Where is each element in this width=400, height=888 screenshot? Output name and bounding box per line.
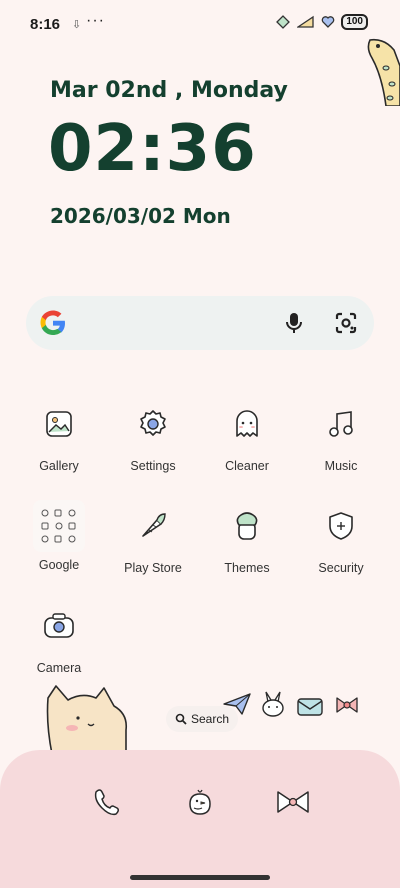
bunny-icon [262,691,284,717]
app-security[interactable]: Security [294,504,388,575]
notification-icon: ⇩ [72,19,82,31]
battery-indicator: 100 [341,14,368,30]
app-settings[interactable]: Settings [106,402,200,473]
widget-date-full[interactable]: 2026/03/02 Mon [50,204,231,228]
widget-clock[interactable]: 02:36 [48,112,257,186]
envelope-icon [297,698,323,716]
bow-tie-icon[interactable] [274,786,312,818]
google-logo-icon [40,310,65,335]
dog-decoration [46,685,128,754]
carrot-icon [131,504,175,548]
status-icons: 100 [275,14,368,30]
giraffe-decoration [367,38,400,106]
app-label: Security [318,561,364,575]
bow-icon [336,697,358,713]
app-label: Music [324,459,358,473]
app-label: Settings [130,459,176,473]
shield-icon [319,504,363,548]
app-themes[interactable]: Themes [200,504,294,575]
themes-icon [225,504,269,548]
app-cleaner[interactable]: Cleaner [200,402,294,473]
widget-date-line[interactable]: Mar 02nd , Monday [50,78,288,103]
chick-icon[interactable] [184,786,216,818]
music-note-icon [319,402,363,446]
signal-icon [297,15,314,28]
navigation-handle[interactable] [130,875,270,880]
microphone-icon[interactable] [282,311,306,335]
wifi-icon [276,15,291,29]
google-search-bar[interactable] [26,296,374,350]
app-google-folder[interactable]: Google [12,500,106,572]
app-label: Play Store [124,561,182,575]
app-label: Camera [36,661,82,675]
app-label: Gallery [39,459,79,473]
app-gallery[interactable]: Gallery [12,402,106,473]
app-label: Cleaner [225,459,269,473]
dock [0,750,400,888]
ghost-icon [225,402,269,446]
app-label: Google [38,558,80,572]
more-notifications-icon: ··· [86,12,105,29]
phone-icon[interactable] [90,786,122,818]
app-camera[interactable]: Camera [12,604,106,675]
app-music[interactable]: Music [294,402,388,473]
app-label: Themes [224,561,270,575]
gear-icon [131,402,175,446]
gallery-icon [37,402,81,446]
status-time: 8:16 [30,16,61,33]
google-folder-icon [33,500,85,552]
status-bar: 8:16 ⇩ ··· 100 [0,0,400,48]
app-play-store[interactable]: Play Store [106,504,200,575]
lens-camera-icon[interactable] [334,311,358,335]
paper-plane-icon [223,693,251,715]
magnifier-icon [175,713,187,725]
camera-icon [37,604,81,648]
heart-icon [322,16,335,28]
